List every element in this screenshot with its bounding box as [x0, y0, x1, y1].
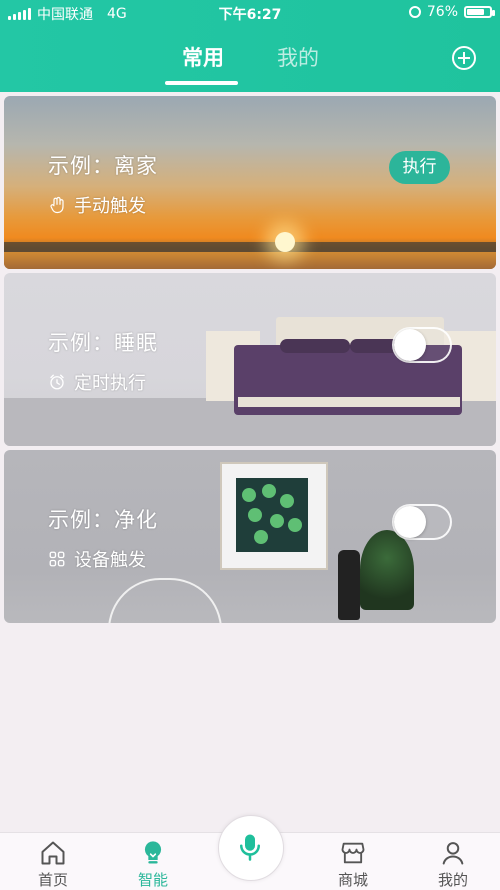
lightbulb-icon [144, 841, 162, 864]
alarm-clock-icon [50, 374, 64, 390]
status-right: 76% [408, 4, 495, 20]
tab-underline [165, 81, 238, 85]
sun [275, 232, 295, 252]
nav-label: 首页 [37, 871, 68, 889]
microphone-icon [240, 834, 260, 861]
user-icon [442, 842, 464, 865]
battery-icon [464, 6, 495, 18]
nav-profile[interactable]: 我的 [418, 839, 488, 890]
tabs: 常用 我的 [0, 40, 500, 90]
battery-text: 76% [426, 4, 458, 20]
scene-trigger-label: 手动触发 [74, 196, 146, 217]
bottle [338, 550, 360, 620]
grid-icon [49, 551, 65, 567]
chair [108, 578, 222, 623]
scene-card-sleep[interactable]: 示例：睡眠 定时执行 [4, 273, 496, 446]
scene-title: 示例：睡眠 [48, 331, 158, 355]
nav-label: 商城 [337, 871, 368, 889]
artwork [236, 478, 308, 552]
nav-smart[interactable]: 智能 [118, 839, 188, 890]
scene-card-away[interactable]: 示例：离家 手动触发 执行 [4, 96, 496, 269]
plant [360, 530, 414, 610]
scene-trigger: 定时执行 [48, 369, 146, 395]
header: 中国联通 4G 下午6:27 76% 常用 我的 [0, 0, 500, 92]
toggle-knob [394, 506, 426, 538]
pillow [280, 339, 350, 353]
orientation-lock-icon [408, 6, 421, 18]
scene-title: 示例：净化 [48, 508, 158, 532]
add-scene-button[interactable] [452, 46, 476, 70]
nav-label: 我的 [437, 871, 468, 889]
hand-pointer-icon [50, 196, 64, 214]
scene-trigger-label: 定时执行 [74, 373, 146, 394]
nav-store[interactable]: 商城 [318, 839, 388, 890]
toggle-knob [394, 329, 426, 361]
status-bar: 中国联通 4G 下午6:27 76% [0, 0, 500, 26]
scene-card-purify[interactable]: 示例：净化 设备触发 [4, 450, 496, 623]
voice-button[interactable] [218, 815, 284, 881]
tab-mine[interactable]: 我的 [277, 42, 319, 72]
scene-trigger: 设备触发 [48, 546, 146, 572]
picture-frame [220, 462, 328, 570]
scene-trigger: 手动触发 [48, 192, 146, 218]
horizon [4, 242, 496, 252]
execute-button[interactable]: 执行 [389, 151, 450, 184]
store-icon [341, 842, 365, 864]
scene-title: 示例：离家 [48, 154, 158, 178]
nav-home[interactable]: 首页 [18, 839, 88, 890]
bed-frame [238, 397, 460, 407]
nav-label: 智能 [137, 871, 168, 889]
scene-toggle[interactable] [392, 504, 452, 540]
scene-trigger-label: 设备触发 [74, 550, 146, 571]
tab-common[interactable]: 常用 [182, 42, 224, 72]
scene-toggle[interactable] [392, 327, 452, 363]
water [4, 252, 496, 269]
home-icon [41, 841, 65, 865]
